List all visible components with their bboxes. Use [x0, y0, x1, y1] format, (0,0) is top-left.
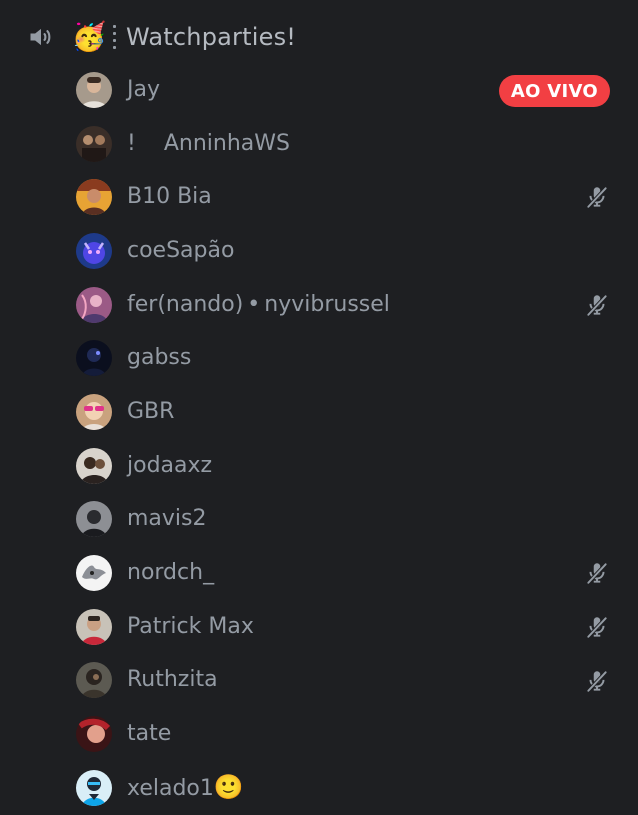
avatar	[76, 71, 112, 108]
user-name: ! AnninhaWS	[127, 130, 290, 156]
avatar	[76, 608, 112, 645]
user-name: mavis2	[127, 506, 207, 532]
slightly-smiling-face-emoji: 🙂	[213, 773, 244, 802]
voice-user[interactable]: nordch_	[76, 546, 616, 600]
user-name-text: fer(nando)	[127, 291, 244, 317]
user-name-extra: nyvibrussel	[264, 291, 390, 317]
voice-user[interactable]: Ruthzita	[76, 654, 616, 708]
user-name: Patrick Max	[127, 613, 254, 639]
avatar	[76, 125, 112, 162]
voice-channel-header[interactable]: 🥳 Watchparties!	[26, 18, 616, 56]
avatar	[76, 555, 112, 592]
avatar	[76, 286, 112, 323]
avatar	[76, 662, 112, 699]
user-name: fer(nando) • nyvibrussel	[127, 291, 390, 317]
name-separator: •	[247, 291, 261, 317]
voice-user[interactable]: gabss	[76, 331, 616, 385]
user-name: Ruthzita	[127, 667, 218, 693]
voice-user[interactable]: coeSapão	[76, 224, 616, 278]
voice-user[interactable]: jodaaxz	[76, 439, 616, 493]
voice-user[interactable]: fer(nando) • nyvibrussel	[76, 278, 616, 332]
party-face-emoji: 🥳	[71, 20, 107, 53]
voice-user[interactable]: xelado1🙂	[76, 761, 616, 815]
voice-user[interactable]: ! AnninhaWS	[76, 117, 616, 171]
avatar	[76, 447, 112, 484]
microphone-muted-icon	[586, 294, 608, 316]
voice-user[interactable]: GBR	[76, 385, 616, 439]
user-name: jodaaxz	[127, 452, 213, 478]
user-name: B10 Bia	[127, 184, 212, 210]
channel-divider	[112, 25, 116, 49]
microphone-muted-icon	[586, 187, 608, 209]
microphone-muted-icon	[586, 670, 608, 692]
user-name-text: xelado1	[127, 776, 214, 802]
voice-user[interactable]: Patrick Max	[76, 600, 616, 654]
user-name: GBR	[127, 398, 175, 424]
microphone-muted-icon	[586, 563, 608, 585]
user-name: xelado1🙂	[127, 775, 244, 800]
live-badge[interactable]: AO VIVO	[498, 75, 610, 107]
avatar	[76, 716, 112, 753]
user-name: tate	[127, 721, 172, 747]
microphone-muted-icon	[586, 616, 608, 638]
voice-user[interactable]: tate	[76, 707, 616, 761]
avatar	[76, 232, 112, 269]
speaker-icon	[26, 22, 56, 52]
user-name-text: AnninhaWS	[163, 130, 290, 156]
avatar	[76, 769, 112, 806]
user-name: coeSapão	[127, 237, 235, 263]
avatar	[76, 179, 112, 216]
name-prefix: !	[127, 130, 136, 156]
voice-user[interactable]: mavis2	[76, 493, 616, 547]
user-name: gabss	[127, 345, 192, 371]
voice-user[interactable]: B10 Bia	[76, 170, 616, 224]
user-name: nordch_	[127, 560, 215, 586]
avatar	[76, 393, 112, 430]
voice-user-list: Jay AO VIVO ! AnninhaWS B10 Bia coeSapão	[76, 63, 616, 815]
channel-name: Watchparties!	[126, 23, 297, 51]
avatar	[76, 340, 112, 377]
avatar	[76, 501, 112, 538]
user-name: Jay	[127, 76, 160, 102]
voice-user[interactable]: Jay AO VIVO	[76, 63, 616, 117]
